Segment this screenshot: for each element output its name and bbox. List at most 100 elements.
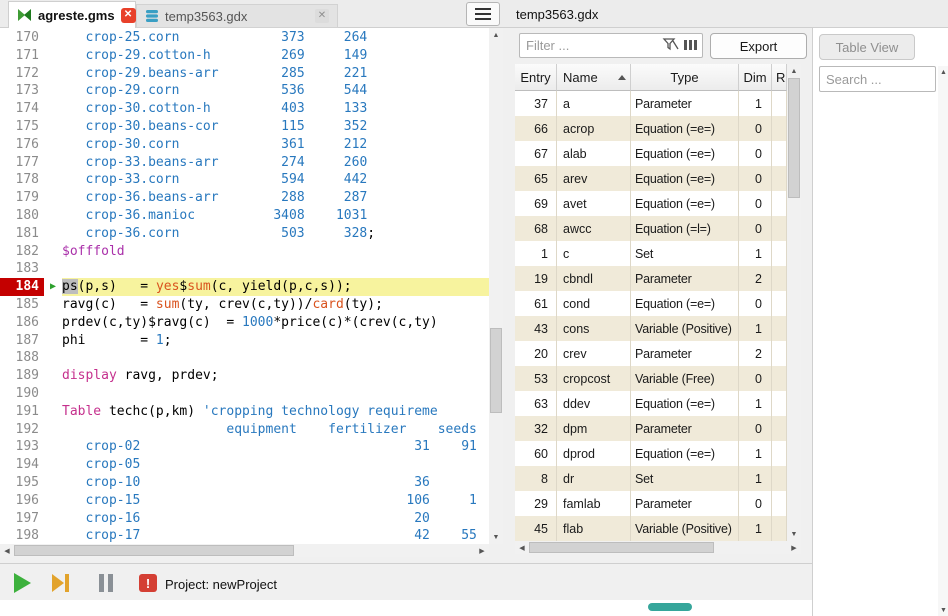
scroll-up-icon[interactable]: ▲ bbox=[938, 66, 948, 78]
symbol-row[interactable]: 69avetEquation (=e=)0 bbox=[515, 191, 787, 216]
code-line[interactable]: 195 crop-10 36 bbox=[0, 474, 489, 492]
scroll-left-icon[interactable]: ◀ bbox=[0, 544, 14, 557]
code-line[interactable]: 176 crop-30.corn 361 212 bbox=[0, 136, 489, 154]
overlay-scrollbar-thumb[interactable] bbox=[648, 603, 692, 611]
code-line[interactable]: 182$offfold bbox=[0, 243, 489, 261]
scroll-right-icon[interactable]: ▶ bbox=[787, 541, 801, 554]
symbol-row[interactable]: 19cbndlParameter2 bbox=[515, 266, 787, 291]
column-header-type[interactable]: Type bbox=[631, 64, 739, 91]
code-line[interactable]: 185ravg(c) = sum(ty, crev(c,ty))/card(ty… bbox=[0, 296, 489, 314]
close-tab-icon[interactable]: ✕ bbox=[315, 9, 329, 23]
code-line[interactable]: 172 crop-29.beans-arr 285 221 bbox=[0, 65, 489, 83]
scrollbar-thumb[interactable] bbox=[529, 542, 714, 553]
editor-horizontal-scrollbar[interactable]: ◀ ▶ bbox=[0, 544, 489, 557]
interrupt-button[interactable]: ! bbox=[136, 571, 160, 595]
table-horizontal-scrollbar[interactable]: ◀ ▶ bbox=[515, 541, 801, 554]
run-with-gdx-button[interactable] bbox=[48, 571, 72, 595]
column-header-records[interactable]: R bbox=[772, 64, 787, 91]
code-line[interactable]: 191Table techc(p,km) 'cropping technolog… bbox=[0, 403, 489, 421]
cell-entry: 20 bbox=[515, 341, 557, 366]
gutter-marker bbox=[44, 225, 62, 243]
editor-vertical-scrollbar[interactable]: ▲ ▼ bbox=[489, 28, 503, 544]
code-line[interactable]: 178 crop-33.corn 594 442 bbox=[0, 171, 489, 189]
code-text: ravg(c) = sum(ty, crev(c,ty))/card(ty); bbox=[62, 296, 489, 314]
column-header-name[interactable]: Name bbox=[557, 64, 631, 91]
code-line[interactable]: 187phi = 1; bbox=[0, 332, 489, 350]
cell-type: Equation (=e=) bbox=[631, 141, 739, 166]
code-line[interactable]: 197 crop-16 20 bbox=[0, 510, 489, 528]
symbol-row[interactable]: 66acropEquation (=e=)0 bbox=[515, 116, 787, 141]
code-line[interactable]: 189display ravg, prdev; bbox=[0, 367, 489, 385]
scroll-down-icon[interactable]: ▼ bbox=[489, 530, 503, 544]
symbol-row[interactable]: 61condEquation (=e=)0 bbox=[515, 291, 787, 316]
run-button[interactable] bbox=[10, 571, 34, 595]
code-line[interactable]: 196 crop-15 106 1 bbox=[0, 492, 489, 510]
symbol-row[interactable]: 20crevParameter2 bbox=[515, 341, 787, 366]
code-line[interactable]: 180 crop-36.manioc 3408 1031 bbox=[0, 207, 489, 225]
code-line[interactable]: 192 equipment fertilizer seeds bbox=[0, 421, 489, 439]
code-line[interactable]: 170 crop-25.corn 373 264 bbox=[0, 29, 489, 47]
code-line[interactable]: 174 crop-30.cotton-h 403 133 bbox=[0, 100, 489, 118]
scrollbar-thumb[interactable] bbox=[14, 545, 294, 556]
table-vertical-scrollbar[interactable]: ▲ ▼ bbox=[787, 64, 801, 541]
code-line[interactable]: 198 crop-17 42 55 bbox=[0, 527, 489, 544]
symbol-row[interactable]: 32dpmParameter0 bbox=[515, 416, 787, 441]
symbol-row[interactable]: 60dprodEquation (=e=)1 bbox=[515, 441, 787, 466]
symbol-row[interactable]: 67alabEquation (=e=)0 bbox=[515, 141, 787, 166]
close-tab-icon[interactable]: ✕ bbox=[121, 8, 136, 23]
gutter-marker bbox=[44, 136, 62, 154]
editor-gdx-splitter[interactable] bbox=[503, 28, 512, 557]
clear-filter-icon[interactable] bbox=[662, 37, 679, 53]
symbol-row[interactable]: 63ddevEquation (=e=)1 bbox=[515, 391, 787, 416]
code-line[interactable]: 183 bbox=[0, 260, 489, 278]
scroll-up-icon[interactable]: ▲ bbox=[787, 64, 801, 78]
scroll-down-icon[interactable]: ▼ bbox=[787, 527, 801, 541]
gutter-marker bbox=[44, 527, 62, 544]
cell-type: Equation (=e=) bbox=[631, 166, 739, 191]
cell-rec bbox=[772, 491, 787, 516]
tab-temp3563-gdx[interactable]: temp3563.gdx ✕ bbox=[136, 4, 338, 28]
column-header-dim[interactable]: Dim bbox=[739, 64, 772, 91]
scrollbar-thumb[interactable] bbox=[788, 78, 800, 198]
symbol-row[interactable]: 45flabVariable (Positive)1 bbox=[515, 516, 787, 541]
symbol-row[interactable]: 8drSet1 bbox=[515, 466, 787, 491]
pause-button[interactable] bbox=[94, 571, 118, 595]
code-line[interactable]: 177 crop-33.beans-arr 274 260 bbox=[0, 154, 489, 172]
cell-entry: 53 bbox=[515, 366, 557, 391]
code-line[interactable]: 179 crop-36.beans-arr 288 287 bbox=[0, 189, 489, 207]
code-editor[interactable]: 170 crop-25.corn 373 264171 crop-29.cott… bbox=[0, 28, 503, 557]
table-view-button[interactable]: Table View bbox=[819, 34, 915, 60]
scroll-down-icon[interactable]: ▼ bbox=[938, 604, 948, 616]
symbol-row[interactable]: 29famlabParameter0 bbox=[515, 491, 787, 516]
search-input[interactable] bbox=[819, 66, 936, 92]
gams-file-icon bbox=[17, 8, 32, 22]
scroll-right-icon[interactable]: ▶ bbox=[475, 544, 489, 557]
code-line[interactable]: 190 bbox=[0, 385, 489, 403]
symbol-row[interactable]: 53cropcostVariable (Free)0 bbox=[515, 366, 787, 391]
gutter-marker bbox=[44, 296, 62, 314]
scroll-up-icon[interactable]: ▲ bbox=[489, 28, 503, 42]
code-line[interactable]: 171 crop-29.cotton-h 269 149 bbox=[0, 47, 489, 65]
symbol-row[interactable]: 43consVariable (Positive)1 bbox=[515, 316, 787, 341]
column-header-entry[interactable]: Entry bbox=[515, 64, 557, 91]
symbol-row[interactable]: 68awccEquation (=l=)0 bbox=[515, 216, 787, 241]
scroll-left-icon[interactable]: ◀ bbox=[515, 541, 529, 554]
code-line[interactable]: 175 crop-30.beans-cor 115 352 bbox=[0, 118, 489, 136]
tab-agreste-gms[interactable]: agreste.gms ✕ bbox=[8, 1, 136, 28]
line-number: 192 bbox=[0, 421, 44, 439]
data-vertical-scrollbar[interactable]: ▲ ▼ bbox=[938, 66, 948, 616]
menu-icon[interactable] bbox=[466, 2, 500, 26]
code-line[interactable]: 193 crop-02 31 91 bbox=[0, 438, 489, 456]
code-line[interactable]: 186prdev(c,ty)$ravg(c) = 1000*price(c)*(… bbox=[0, 314, 489, 332]
scrollbar-thumb[interactable] bbox=[490, 328, 502, 413]
column-filter-icon[interactable] bbox=[683, 37, 698, 53]
code-line[interactable]: 188 bbox=[0, 349, 489, 367]
symbol-row[interactable]: 1cSet1 bbox=[515, 241, 787, 266]
code-line[interactable]: 181 crop-36.corn 503 328; bbox=[0, 225, 489, 243]
code-line[interactable]: 194 crop-05 bbox=[0, 456, 489, 474]
export-button[interactable]: Export bbox=[710, 33, 807, 59]
code-line[interactable]: 184▶ps(p,s) = yes$sum(c, yield(p,c,s)); bbox=[0, 278, 489, 296]
symbol-row[interactable]: 65arevEquation (=e=)0 bbox=[515, 166, 787, 191]
symbol-row[interactable]: 37aParameter1 bbox=[515, 91, 787, 116]
code-line[interactable]: 173 crop-29.corn 536 544 bbox=[0, 82, 489, 100]
